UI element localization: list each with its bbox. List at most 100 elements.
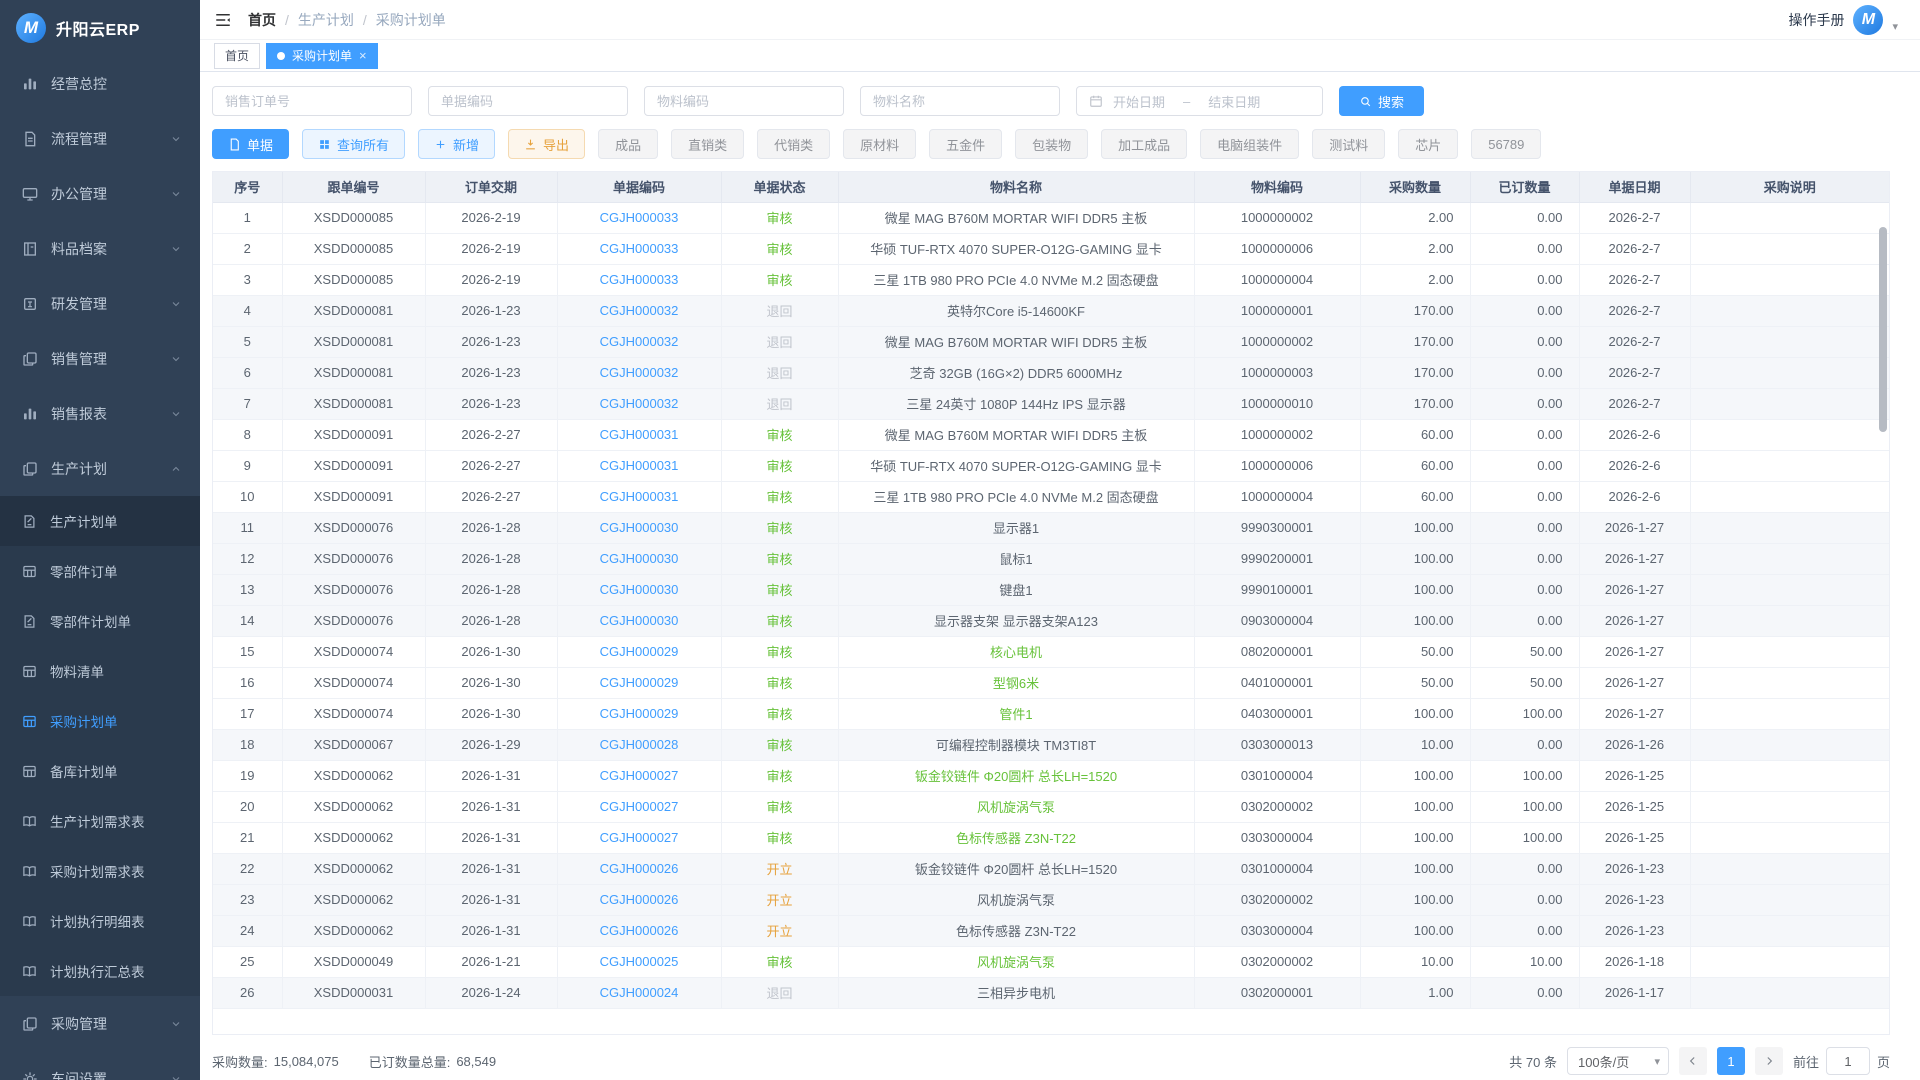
sidebar-item-production-demand[interactable]: 生产计划需求表 xyxy=(0,796,200,846)
table-row[interactable]: 4XSDD0000812026-1-23CGJH000032退回英特尔Core … xyxy=(213,295,1889,326)
table-row[interactable]: 9XSDD0000912026-2-27CGJH000031审核华硕 TUF-R… xyxy=(213,450,1889,481)
prev-page-button[interactable] xyxy=(1679,1047,1707,1075)
table-row[interactable]: 16XSDD0000742026-1-30CGJH000029审核型钢6米040… xyxy=(213,667,1889,698)
table-row[interactable]: 21XSDD0000622026-1-31CGJH000027审核色标传感器 Z… xyxy=(213,822,1889,853)
doc-code-link[interactable]: CGJH000032 xyxy=(600,334,679,349)
sidebar-item-sales-report[interactable]: 销售报表 xyxy=(0,386,200,441)
doc-code-link[interactable]: CGJH000029 xyxy=(600,644,679,659)
close-tab-icon[interactable]: × xyxy=(359,49,367,62)
doc-code-link[interactable]: CGJH000031 xyxy=(600,489,679,504)
avatar[interactable]: M xyxy=(1853,5,1883,35)
sidebar-item-rnd[interactable]: 研发管理 xyxy=(0,276,200,331)
doc-code-link[interactable]: CGJH000033 xyxy=(600,210,679,225)
tab-home[interactable]: 首页 xyxy=(214,43,260,69)
category-button[interactable]: 代销类 xyxy=(757,129,830,159)
doc-code-link[interactable]: CGJH000026 xyxy=(600,861,679,876)
query-all-button[interactable]: 查询所有 xyxy=(302,129,405,159)
add-button[interactable]: 新增 xyxy=(418,129,495,159)
doc-code-link[interactable]: CGJH000032 xyxy=(600,365,679,380)
caret-down-icon[interactable]: ▾ xyxy=(1892,20,1898,33)
sidebar-item-plan-exec-summary[interactable]: 计划执行汇总表 xyxy=(0,946,200,996)
sidebar-item-parts-plan-doc[interactable]: 零部件计划单 xyxy=(0,596,200,646)
table-row[interactable]: 13XSDD0000762026-1-28CGJH000030审核键盘19990… xyxy=(213,574,1889,605)
help-manual-link[interactable]: 操作手册 xyxy=(1788,10,1844,30)
current-page-button[interactable]: 1 xyxy=(1717,1047,1745,1075)
collapse-sidebar-icon[interactable] xyxy=(214,11,232,29)
category-button[interactable]: 直销类 xyxy=(671,129,744,159)
sidebar-item-stock-plan-doc[interactable]: 备库计划单 xyxy=(0,746,200,796)
doc-code-link[interactable]: CGJH000025 xyxy=(600,954,679,969)
category-button[interactable]: 五金件 xyxy=(929,129,1002,159)
table-row[interactable]: 22XSDD0000622026-1-31CGJH000026开立钣金铰链件 Φ… xyxy=(213,853,1889,884)
table-row[interactable]: 14XSDD0000762026-1-28CGJH000030审核显示器支架 显… xyxy=(213,605,1889,636)
table-row[interactable]: 25XSDD0000492026-1-21CGJH000025审核风机旋涡气泵0… xyxy=(213,946,1889,977)
table-row[interactable]: 15XSDD0000742026-1-30CGJH000029审核核心电机080… xyxy=(213,636,1889,667)
table-row[interactable]: 26XSDD0000312026-1-24CGJH000024退回三相异步电机0… xyxy=(213,977,1889,1008)
table-row[interactable]: 18XSDD0000672026-1-29CGJH000028审核可编程控制器模… xyxy=(213,729,1889,760)
sidebar-item-purchase[interactable]: 采购管理 xyxy=(0,996,200,1051)
category-button[interactable]: 加工成品 xyxy=(1101,129,1187,159)
sidebar-item-purchase-plan-doc[interactable]: 采购计划单 xyxy=(0,696,200,746)
table-row[interactable]: 7XSDD0000812026-1-23CGJH000032退回三星 24英寸 … xyxy=(213,388,1889,419)
search-button[interactable]: 搜索 xyxy=(1339,86,1424,116)
doc-code-link[interactable]: CGJH000030 xyxy=(600,551,679,566)
table-row[interactable]: 5XSDD0000812026-1-23CGJH000032退回微星 MAG B… xyxy=(213,326,1889,357)
sidebar-item-material-list[interactable]: 物料清单 xyxy=(0,646,200,696)
sidebar-item-materials[interactable]: 料品档案 xyxy=(0,221,200,276)
document-button[interactable]: 单据 xyxy=(212,129,289,159)
tab-purchase-plan[interactable]: 采购计划单× xyxy=(266,43,378,69)
page-size-select[interactable]: 100条/页 ▾ xyxy=(1567,1047,1669,1075)
vertical-scrollbar[interactable] xyxy=(1879,227,1887,432)
sidebar-item-sales[interactable]: 销售管理 xyxy=(0,331,200,386)
doc-code-input[interactable] xyxy=(428,86,628,116)
sidebar-item-dashboard[interactable]: 经营总控 xyxy=(0,56,200,111)
category-button[interactable]: 芯片 xyxy=(1398,129,1458,159)
sidebar-item-office[interactable]: 办公管理 xyxy=(0,166,200,221)
category-button[interactable]: 包装物 xyxy=(1015,129,1088,159)
doc-code-link[interactable]: CGJH000024 xyxy=(600,985,679,1000)
sidebar-item-workshop[interactable]: 车间设置 xyxy=(0,1051,200,1080)
doc-code-link[interactable]: CGJH000033 xyxy=(600,241,679,256)
table-row[interactable]: 10XSDD0000912026-2-27CGJH000031审核三星 1TB … xyxy=(213,481,1889,512)
table-row[interactable]: 23XSDD0000622026-1-31CGJH000026开立风机旋涡气泵0… xyxy=(213,884,1889,915)
doc-code-link[interactable]: CGJH000029 xyxy=(600,675,679,690)
sales-order-input[interactable] xyxy=(212,86,412,116)
doc-code-link[interactable]: CGJH000027 xyxy=(600,830,679,845)
sidebar-item-purchase-demand[interactable]: 采购计划需求表 xyxy=(0,846,200,896)
doc-code-link[interactable]: CGJH000026 xyxy=(600,892,679,907)
table-row[interactable]: 1XSDD0000852026-2-19CGJH000033审核微星 MAG B… xyxy=(213,202,1889,233)
breadcrumb-item[interactable]: 采购计划单 xyxy=(376,10,446,30)
doc-code-link[interactable]: CGJH000033 xyxy=(600,272,679,287)
category-button[interactable]: 56789 xyxy=(1471,129,1541,159)
doc-code-link[interactable]: CGJH000032 xyxy=(600,303,679,318)
breadcrumb-item[interactable]: 生产计划 xyxy=(298,10,354,30)
material-name-input[interactable] xyxy=(860,86,1060,116)
table-row[interactable]: 19XSDD0000622026-1-31CGJH000027审核钣金铰链件 Φ… xyxy=(213,760,1889,791)
doc-code-link[interactable]: CGJH000027 xyxy=(600,768,679,783)
category-button[interactable]: 成品 xyxy=(598,129,658,159)
doc-code-link[interactable]: CGJH000030 xyxy=(600,582,679,597)
table-row[interactable]: 17XSDD0000742026-1-30CGJH000029审核管件10403… xyxy=(213,698,1889,729)
doc-code-link[interactable]: CGJH000030 xyxy=(600,520,679,535)
sidebar-item-process[interactable]: 流程管理 xyxy=(0,111,200,166)
doc-code-link[interactable]: CGJH000031 xyxy=(600,458,679,473)
table-row[interactable]: 20XSDD0000622026-1-31CGJH000027审核风机旋涡气泵0… xyxy=(213,791,1889,822)
table-row[interactable]: 24XSDD0000622026-1-31CGJH000026开立色标传感器 Z… xyxy=(213,915,1889,946)
table-row[interactable]: 11XSDD0000762026-1-28CGJH000030审核显示器1999… xyxy=(213,512,1889,543)
category-button[interactable]: 测试料 xyxy=(1312,129,1385,159)
doc-code-link[interactable]: CGJH000030 xyxy=(600,613,679,628)
doc-code-link[interactable]: CGJH000032 xyxy=(600,396,679,411)
goto-page-input[interactable] xyxy=(1826,1047,1870,1075)
sidebar-item-plan-exec-detail[interactable]: 计划执行明细表 xyxy=(0,896,200,946)
sidebar-item-production-plan-doc[interactable]: 生产计划单 xyxy=(0,496,200,546)
doc-code-link[interactable]: CGJH000031 xyxy=(600,427,679,442)
doc-code-link[interactable]: CGJH000028 xyxy=(600,737,679,752)
export-button[interactable]: 导出 xyxy=(508,129,585,159)
sidebar-item-parts-order[interactable]: 零部件订单 xyxy=(0,546,200,596)
doc-code-link[interactable]: CGJH000026 xyxy=(600,923,679,938)
category-button[interactable]: 电脑组装件 xyxy=(1200,129,1299,159)
sidebar-item-production-plan[interactable]: 生产计划 xyxy=(0,441,200,496)
doc-code-link[interactable]: CGJH000029 xyxy=(600,706,679,721)
material-code-input[interactable] xyxy=(644,86,844,116)
table-row[interactable]: 8XSDD0000912026-2-27CGJH000031审核微星 MAG B… xyxy=(213,419,1889,450)
